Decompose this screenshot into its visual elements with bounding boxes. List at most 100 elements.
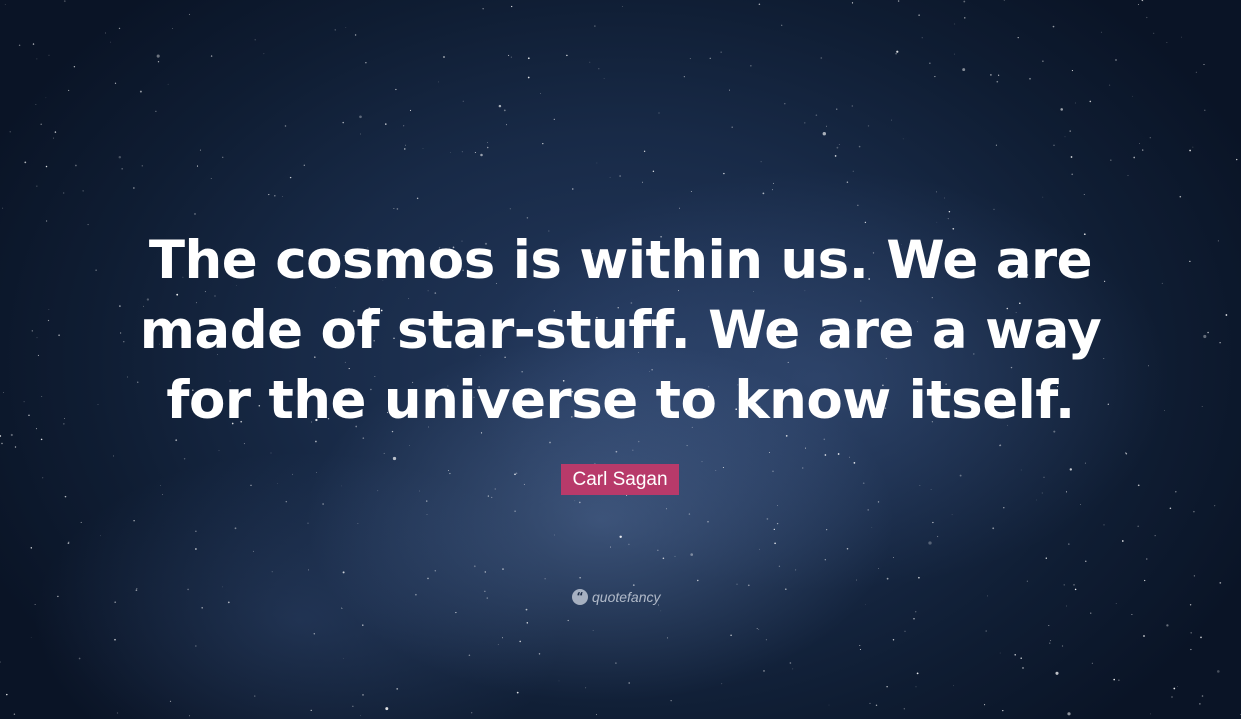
star (720, 51, 722, 53)
star (1131, 614, 1133, 615)
star (867, 125, 870, 127)
star (1225, 314, 1228, 316)
star (118, 27, 121, 30)
star (13, 713, 16, 715)
star (141, 165, 143, 167)
star (1142, 149, 1144, 151)
star (701, 461, 703, 463)
star (1189, 149, 1191, 152)
star (760, 161, 762, 163)
star (199, 149, 201, 151)
star (30, 637, 32, 639)
star (916, 672, 919, 675)
star (897, 0, 900, 2)
star (1190, 648, 1192, 651)
star (1115, 59, 1117, 61)
star (36, 337, 38, 339)
star (114, 82, 117, 84)
watermark: “ quotefancy (572, 587, 661, 607)
star (637, 440, 640, 443)
star (862, 482, 865, 485)
star (40, 438, 43, 441)
star (486, 146, 489, 149)
star (31, 330, 33, 332)
star (1150, 713, 1151, 715)
star (112, 455, 115, 457)
star (853, 462, 856, 464)
star (468, 654, 471, 656)
star (409, 109, 412, 111)
star (626, 494, 628, 496)
star (345, 27, 347, 28)
star (792, 668, 794, 670)
star (1064, 136, 1066, 138)
star (73, 66, 76, 68)
star (392, 456, 397, 461)
star (689, 58, 691, 60)
author-badge: Carl Sagan (561, 464, 679, 495)
star (553, 534, 555, 536)
star (303, 164, 305, 166)
star (820, 57, 823, 59)
star (160, 485, 162, 486)
star (1071, 70, 1073, 72)
star (1042, 196, 1044, 198)
star (822, 132, 826, 136)
star (851, 105, 853, 107)
quote-text: The cosmos is within us. We are made of … (139, 230, 1102, 431)
star (998, 74, 1000, 76)
star (781, 24, 783, 26)
star (82, 190, 84, 192)
star (859, 649, 861, 650)
star (385, 707, 389, 711)
star (1091, 662, 1093, 664)
star (30, 547, 33, 549)
star (721, 683, 723, 685)
star (509, 208, 511, 210)
star (1193, 575, 1196, 577)
star (963, 0, 966, 3)
star (1026, 580, 1028, 582)
star (1203, 63, 1205, 66)
star (360, 133, 361, 135)
star (896, 50, 899, 53)
star (0, 435, 2, 437)
star (385, 123, 387, 125)
star (1084, 462, 1086, 464)
star (222, 586, 224, 588)
star (985, 630, 987, 632)
star (852, 170, 854, 172)
star (395, 88, 397, 91)
quote-card: The cosmos is within us. We are made of … (0, 0, 1241, 719)
star (4, 4, 6, 5)
star (1207, 331, 1209, 334)
star (1193, 510, 1195, 513)
star (196, 165, 199, 167)
star (455, 612, 457, 614)
star (58, 334, 60, 337)
star (609, 176, 611, 178)
star (282, 196, 283, 197)
star (0, 661, 1, 663)
star (538, 653, 541, 655)
star (1066, 605, 1068, 607)
star (784, 588, 787, 591)
star (1052, 25, 1055, 28)
star (35, 104, 37, 105)
star (951, 514, 953, 516)
star (270, 452, 272, 454)
star (585, 687, 587, 689)
star (1014, 654, 1016, 656)
star (57, 595, 59, 598)
star (14, 446, 17, 448)
star (1103, 524, 1105, 526)
star (851, 2, 854, 4)
star (1020, 657, 1022, 659)
star (864, 221, 867, 224)
star (774, 542, 776, 545)
star (502, 568, 504, 570)
star (999, 652, 1001, 654)
star (652, 170, 655, 173)
star (362, 694, 364, 696)
star (156, 54, 160, 58)
